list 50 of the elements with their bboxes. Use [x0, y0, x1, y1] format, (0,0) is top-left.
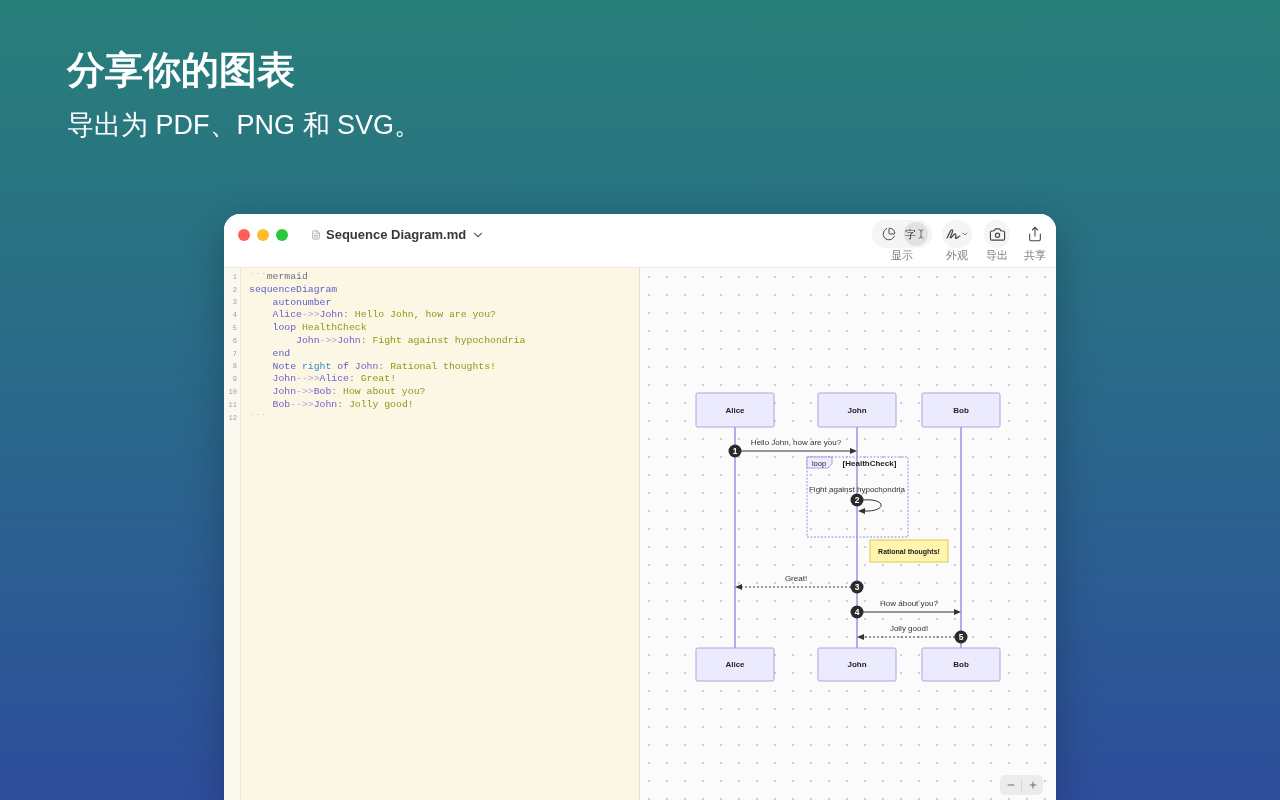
close-button[interactable] [238, 229, 250, 241]
maximize-button[interactable] [276, 229, 288, 241]
code-line: John-->>Alice: Great! [272, 373, 396, 387]
code-line: John->>John: Fight against hypochondria [296, 335, 526, 348]
message-label: Great! [784, 574, 808, 583]
subtitle: 导出为 PDF、PNG 和 SVG。 [67, 109, 422, 142]
toolbar-label: 共享 [1024, 249, 1046, 262]
message-label: Jolly good! [889, 624, 929, 633]
minimize-button[interactable] [257, 229, 269, 241]
text-view-button[interactable]: 字 [903, 222, 928, 246]
toolbar-label: 显示 [891, 249, 913, 262]
sequence-number: 4 [850, 605, 864, 619]
toolbar-button[interactable] [984, 220, 1010, 248]
sequence-number: 1 [728, 444, 742, 458]
message-label: How about you? [880, 599, 938, 608]
code-line: ```mermaid [249, 271, 308, 284]
code-line: Alice->>John: Hello John, how are you? [272, 309, 496, 323]
code-line: loop HealthCheck [272, 322, 367, 335]
participant-node: Bob [921, 392, 1001, 428]
share-icon [1027, 226, 1043, 242]
plus-icon [1027, 780, 1038, 790]
code-line: Bob-->>John: Jolly good! [272, 398, 414, 412]
code-line: John->>Bob: How about you? [272, 386, 426, 399]
code-line: sequenceDiagram [249, 283, 338, 297]
code-line: Note right of John: Rational thoughts! [272, 360, 496, 374]
participant-node: Alice [695, 392, 775, 428]
file-icon [311, 230, 321, 240]
message-label: Fight against hypochondria [808, 485, 906, 494]
sequence-number: 2 [850, 493, 864, 507]
scribble-icon [945, 228, 961, 240]
camera-icon [988, 225, 1006, 243]
toolbar-label: 导出 [986, 249, 1008, 262]
headline: 分享你的图表 [67, 48, 295, 93]
toolbar-label: 外观 [946, 249, 968, 262]
participant-node: John [817, 647, 897, 682]
code-line: ``` [249, 411, 267, 425]
loop-condition: [HealthCheck] [842, 459, 897, 468]
participant-node: Bob [921, 647, 1001, 682]
sequence-number: 5 [954, 630, 968, 644]
toolbar-button[interactable] [942, 220, 972, 248]
pie-chart-icon [881, 227, 896, 241]
message-label: Hello John, how are you? [750, 438, 842, 447]
text-cursor-icon [916, 229, 926, 239]
sequence-number: 3 [850, 580, 864, 594]
participant-node: Alice [695, 647, 775, 682]
participant-node: John [817, 392, 897, 428]
code-line: end [272, 347, 291, 361]
chevron-down-icon [960, 230, 969, 238]
document-title-button[interactable]: Sequence Diagram.md [311, 225, 486, 245]
code-line: autonumber [272, 296, 332, 310]
